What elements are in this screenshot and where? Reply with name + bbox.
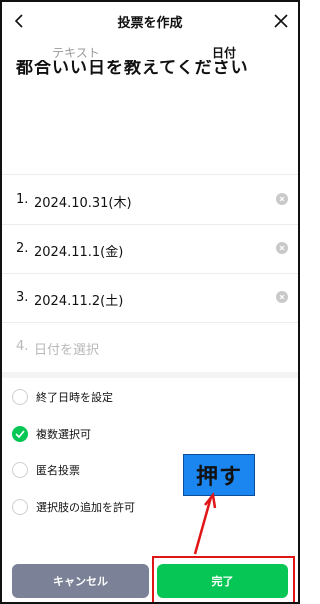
annotation-callout: 押す (183, 454, 255, 496)
setting-allow-add-options[interactable]: 選択肢の追加を許可 (12, 496, 135, 518)
cancel-button[interactable]: キャンセル (12, 564, 149, 598)
setting-label: 匿名投票 (36, 464, 80, 477)
setting-anonymous[interactable]: 匿名投票 (12, 459, 80, 481)
option-number: 1. (16, 192, 29, 207)
setting-multiple-choice[interactable]: 複数選択可 (12, 423, 91, 445)
radio-button[interactable] (12, 389, 28, 405)
close-button[interactable] (270, 10, 292, 32)
section-divider (2, 372, 298, 378)
clear-icon[interactable] (276, 242, 288, 254)
option-row-3[interactable]: 3. 2024.11.2(土) (2, 274, 298, 322)
radio-button-checked[interactable] (12, 426, 28, 442)
setting-label: 複数選択可 (36, 428, 91, 441)
option-value[interactable]: 2024.11.2(土) (34, 290, 123, 309)
done-button[interactable]: 完了 (157, 564, 288, 598)
page-title: 投票を作成 (117, 16, 183, 31)
option-value[interactable]: 2024.10.31(木) (34, 192, 132, 211)
setting-label: 終了日時を設定 (36, 391, 113, 404)
radio-button[interactable] (12, 462, 28, 478)
option-row-new[interactable]: 4. 日付を選択 (2, 323, 298, 371)
question-text[interactable]: 都合いい日を教えてください (16, 60, 286, 80)
option-number: 2. (16, 241, 29, 256)
poll-create-screen: 投票を作成 テキスト 日付 都合いい日を教えてください 1. 2024.10.3… (0, 0, 300, 604)
option-row-2[interactable]: 2. 2024.11.1(金) (2, 225, 298, 273)
callout-text: 押す (195, 465, 242, 490)
clear-icon[interactable] (276, 291, 288, 303)
date-select-placeholder[interactable]: 日付を選択 (34, 339, 99, 358)
option-value[interactable]: 2024.11.1(金) (34, 241, 123, 260)
setting-end-time[interactable]: 終了日時を設定 (12, 386, 113, 408)
option-row-1[interactable]: 1. 2024.10.31(木) (2, 176, 298, 224)
checkmark-icon (15, 430, 25, 438)
divider (2, 174, 298, 175)
option-number: 4. (16, 339, 29, 354)
setting-label: 選択肢の追加を許可 (36, 501, 135, 514)
header: 投票を作成 (2, 2, 298, 40)
radio-button[interactable] (12, 499, 28, 515)
close-icon (274, 14, 288, 28)
clear-icon[interactable] (276, 193, 288, 205)
option-number: 3. (16, 290, 29, 305)
